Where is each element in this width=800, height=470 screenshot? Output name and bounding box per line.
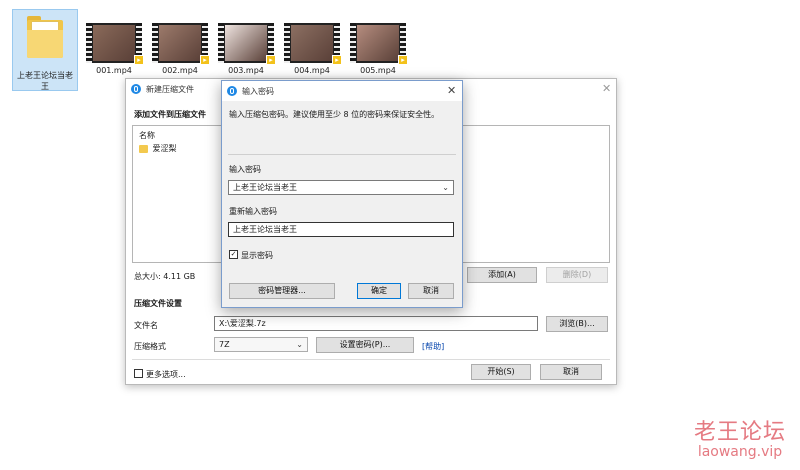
format-label: 压缩格式 (134, 342, 166, 351)
video-file-label: 005.mp4 (360, 66, 396, 75)
watermark-cn: 老王论坛 (693, 420, 786, 445)
chevron-down-icon[interactable]: ⌄ (442, 181, 449, 194)
divider (228, 154, 456, 155)
show-password-label[interactable]: 显示密码 (241, 250, 273, 261)
delete-button[interactable]: 删除(D) (546, 267, 608, 283)
folder-item[interactable]: 上老王论坛当老王 (12, 9, 78, 91)
folder-icon (27, 16, 63, 58)
video-file-item[interactable]: ▸ 004.mp4 (282, 23, 342, 76)
video-thumbnail: ▸ (86, 23, 144, 65)
format-select[interactable]: 7Z ⌄ (214, 337, 308, 352)
video-file-label: 001.mp4 (96, 66, 132, 75)
watermark: 老王论坛 laowang.vip (694, 414, 786, 460)
thumbnail-image (93, 25, 135, 61)
video-file-label: 004.mp4 (294, 66, 330, 75)
total-size: 总大小: 4.11 GB (134, 272, 196, 281)
filename-input[interactable]: X:\爱涩梨.7z (214, 316, 538, 331)
reenter-password-input[interactable]: 上老王论坛当老王 (228, 222, 454, 237)
app-icon (131, 84, 141, 94)
add-button[interactable]: 添加(A) (467, 267, 537, 283)
video-file-label: 003.mp4 (228, 66, 264, 75)
format-value: 7Z (219, 340, 230, 349)
player-badge-icon: ▸ (200, 55, 210, 65)
password-dialog-titlebar: 输入密码 ✕ (222, 81, 462, 101)
video-thumbnail: ▸ (284, 23, 342, 65)
video-thumbnail: ▸ (152, 23, 210, 65)
player-badge-icon: ▸ (332, 55, 342, 65)
settings-heading: 压缩文件设置 (134, 299, 182, 308)
password-manager-button[interactable]: 密码管理器... (229, 283, 335, 299)
browse-button[interactable]: 浏览(B)... (546, 316, 608, 332)
video-thumbnail: ▸ (350, 23, 408, 65)
thumbnail-image (291, 25, 333, 61)
thumbnail-image (225, 25, 267, 61)
video-file-item[interactable]: ▸ 001.mp4 (84, 23, 144, 76)
film-strip (350, 23, 356, 63)
list-header-name[interactable]: 名称 (139, 130, 155, 141)
thumbnail-image (357, 25, 399, 61)
password-label: 输入密码 (229, 165, 261, 174)
video-file-item[interactable]: ▸ 005.mp4 (348, 23, 408, 76)
video-thumbnail: ▸ (218, 23, 276, 65)
check-icon: ✓ (230, 250, 237, 258)
set-password-button[interactable]: 设置密码(P)... (316, 337, 414, 353)
folder-icon (139, 144, 148, 153)
chevron-down-icon: ⌄ (296, 340, 303, 349)
watermark-en: laowang.vip (697, 444, 783, 460)
film-strip (152, 23, 158, 63)
close-icon[interactable]: ✕ (602, 82, 611, 95)
thumbnail-image (159, 25, 201, 61)
filename-label: 文件名 (134, 321, 158, 330)
folder-label: 上老王论坛当老王 (17, 71, 73, 91)
cancel-button[interactable]: 取消 (408, 283, 454, 299)
player-badge-icon: ▸ (266, 55, 276, 65)
video-file-item[interactable]: ▸ 003.mp4 (216, 23, 276, 76)
video-file-item[interactable]: ▸ 002.mp4 (150, 23, 210, 76)
close-icon[interactable]: ✕ (447, 84, 456, 97)
video-file-label: 002.mp4 (162, 66, 198, 75)
password-dialog: 输入密码 ✕ 输入压缩包密码。建议使用至少 8 位的密码来保证安全性。 输入密码… (221, 80, 463, 308)
password-value: 上老王论坛当老王 (233, 183, 297, 192)
film-strip (218, 23, 224, 63)
list-item-label: 爱涩梨 (152, 144, 177, 153)
add-files-heading: 添加文件到压缩文件 (134, 110, 206, 119)
film-strip (284, 23, 290, 63)
ok-button[interactable]: 确定 (357, 283, 401, 299)
password-instruction: 输入压缩包密码。建议使用至少 8 位的密码来保证安全性。 (229, 110, 440, 119)
show-password-checkbox[interactable]: ✓ (229, 250, 238, 259)
more-options-label[interactable]: 更多选项... (146, 369, 186, 380)
player-badge-icon: ▸ (134, 55, 144, 65)
film-strip (86, 23, 92, 63)
cancel-button[interactable]: 取消 (540, 364, 602, 380)
player-badge-icon: ▸ (398, 55, 408, 65)
reenter-label: 重新输入密码 (229, 207, 277, 216)
more-options-checkbox[interactable] (134, 369, 143, 378)
password-dialog-title: 输入密码 (242, 87, 274, 96)
password-combo[interactable]: 上老王论坛当老王 ⌄ (228, 180, 454, 195)
list-item[interactable]: 爱涩梨 (139, 143, 177, 155)
app-icon (227, 86, 237, 96)
start-button[interactable]: 开始(S) (471, 364, 531, 380)
divider (132, 359, 610, 360)
dialog-title: 新建压缩文件 (146, 85, 194, 94)
help-link[interactable]: [帮助] (422, 341, 444, 352)
